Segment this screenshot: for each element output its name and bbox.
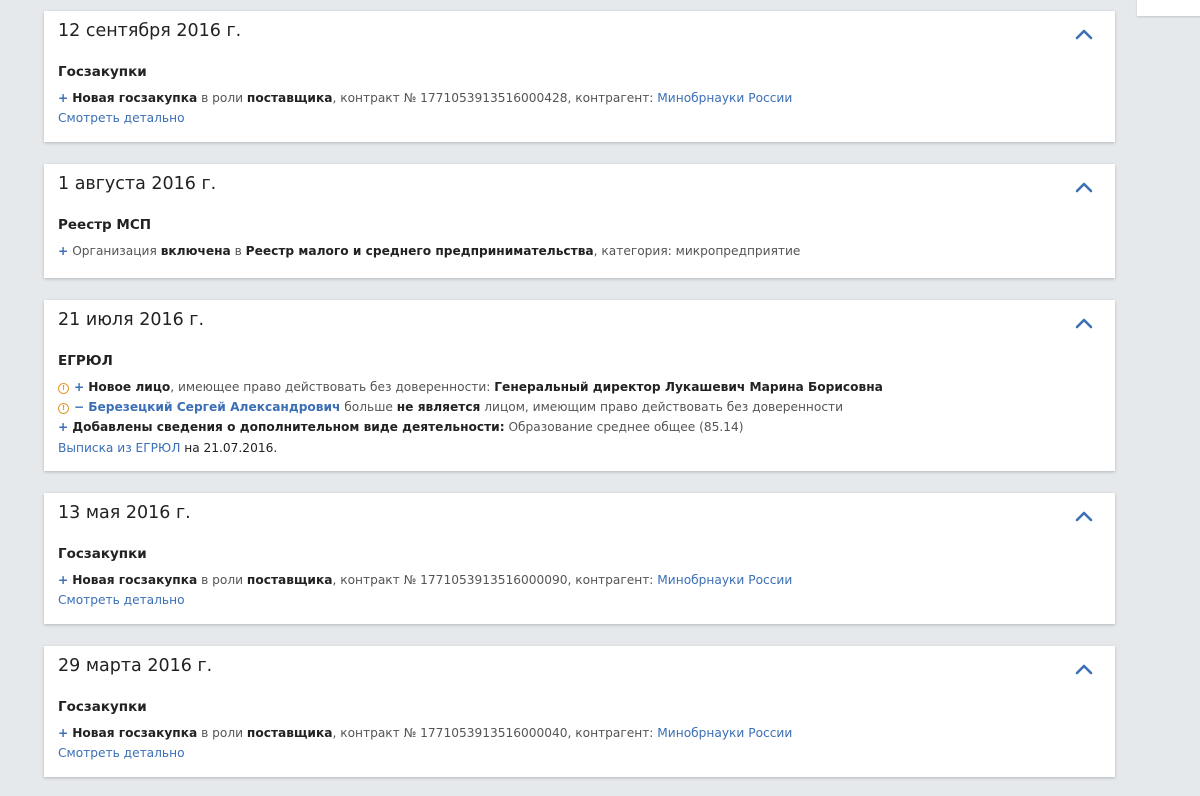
event-date: 13 мая 2016 г. xyxy=(58,503,191,523)
event-date: 29 марта 2016 г. xyxy=(58,656,213,676)
event-text: больше xyxy=(340,400,397,414)
event-date: 21 июля 2016 г. xyxy=(58,310,205,330)
plus-icon: + xyxy=(58,244,69,258)
event-text: в роли xyxy=(197,726,247,740)
extract-date: на 21.07.2016. xyxy=(180,441,278,455)
collapse-chevron-up-icon[interactable] xyxy=(1073,24,1095,44)
event-section-title: Госзакупки xyxy=(58,546,147,562)
event-text: , имеющее право действовать без доверенн… xyxy=(170,380,495,394)
event-card: 13 мая 2016 г. Госзакупки + Новая госзаку… xyxy=(44,493,1115,624)
event-text: лицом, имеющим право действовать без дов… xyxy=(480,400,844,414)
event-card: 29 марта 2016 г. Госзакупки + Новая госза… xyxy=(44,646,1115,777)
event-line: + Организация включена в Реестр малого и … xyxy=(58,243,800,259)
event-text-bold: Реестр малого и среднего предприниматель… xyxy=(245,244,594,258)
view-details-link[interactable]: Смотреть детально xyxy=(58,593,185,607)
event-card: 21 июля 2016 г. ЕГРЮЛ ! + Новое лицо, имею… xyxy=(44,300,1115,471)
event-text: Образование среднее общее (85.14) xyxy=(504,420,744,434)
event-line: ! − Березецкий Сергей Александрович больше… xyxy=(58,399,843,415)
event-card: 1 августа 2016 г. Реестр МСП + Организаци… xyxy=(44,164,1115,278)
collapse-chevron-up-icon[interactable] xyxy=(1073,177,1095,197)
event-section-title: Госзакупки xyxy=(58,699,147,715)
event-section-title: Госзакупки xyxy=(58,64,147,80)
event-text: , контракт № 1771053913516000428, контра… xyxy=(332,91,658,105)
event-line: + Новая госзакупка в роли поставщика, кон… xyxy=(58,90,792,106)
counterparty-link[interactable]: Минобрнауки России xyxy=(657,573,792,587)
event-text-bold: поставщика xyxy=(246,726,333,740)
event-text: в роли xyxy=(197,573,247,587)
event-text: , контракт № 1771053913516000040, контра… xyxy=(332,726,658,740)
event-text-bold: Новая госзакупка xyxy=(72,573,198,587)
warning-icon: ! xyxy=(58,403,69,414)
event-card: 12 сентября 2016 г. Госзакупки + Новая го… xyxy=(44,11,1115,142)
plus-icon: + xyxy=(58,573,69,587)
egrul-extract-link[interactable]: Выписка из ЕГРЮЛ xyxy=(58,441,180,455)
side-panel-edge xyxy=(1137,0,1200,16)
plus-icon: + xyxy=(58,420,69,434)
minus-icon: − xyxy=(74,400,85,414)
event-line: + Новая госзакупка в роли поставщика, кон… xyxy=(58,725,792,741)
counterparty-link[interactable]: Минобрнауки России xyxy=(657,726,792,740)
event-text-bold: не является xyxy=(396,400,481,414)
event-line: ! + Новое лицо, имеющее право действовать … xyxy=(58,379,883,395)
view-details-link[interactable]: Смотреть детально xyxy=(58,746,185,760)
event-text-bold: Добавлены сведения о дополнительном виде… xyxy=(72,420,505,434)
event-text-bold: Новая госзакупка xyxy=(72,726,198,740)
event-text: в xyxy=(230,244,246,258)
warning-icon: ! xyxy=(58,383,69,394)
event-date: 1 августа 2016 г. xyxy=(58,174,217,194)
event-text: Организация xyxy=(72,244,161,258)
event-line: + Новая госзакупка в роли поставщика, кон… xyxy=(58,572,792,588)
view-details-link[interactable]: Смотреть детально xyxy=(58,111,185,125)
event-text-bold: Новое лицо xyxy=(88,380,171,394)
collapse-chevron-up-icon[interactable] xyxy=(1073,659,1095,679)
collapse-chevron-up-icon[interactable] xyxy=(1073,313,1095,333)
collapse-chevron-up-icon[interactable] xyxy=(1073,506,1095,526)
event-text: , контракт № 1771053913516000090, контра… xyxy=(332,573,658,587)
plus-icon: + xyxy=(58,726,69,740)
event-line: + Добавлены сведения о дополнительном вид… xyxy=(58,419,744,435)
event-text-bold: поставщика xyxy=(246,91,333,105)
event-text-bold: Новая госзакупка xyxy=(72,91,198,105)
extract-line: Выписка из ЕГРЮЛ на 21.07.2016. xyxy=(58,440,277,456)
event-text-bold: Генеральный директор Лукашевич Марина Бо… xyxy=(494,380,883,394)
event-text: в роли xyxy=(197,91,247,105)
event-section-title: ЕГРЮЛ xyxy=(58,353,113,369)
event-text: , категория: микропредприятие xyxy=(593,244,801,258)
event-section-title: Реестр МСП xyxy=(58,217,152,233)
person-link[interactable]: Березецкий Сергей Александрович xyxy=(88,400,340,414)
counterparty-link[interactable]: Минобрнауки России xyxy=(657,91,792,105)
event-date: 12 сентября 2016 г. xyxy=(58,21,242,41)
plus-icon: + xyxy=(74,380,85,394)
event-text-bold: включена xyxy=(160,244,231,258)
plus-icon: + xyxy=(58,91,69,105)
event-text-bold: поставщика xyxy=(246,573,333,587)
